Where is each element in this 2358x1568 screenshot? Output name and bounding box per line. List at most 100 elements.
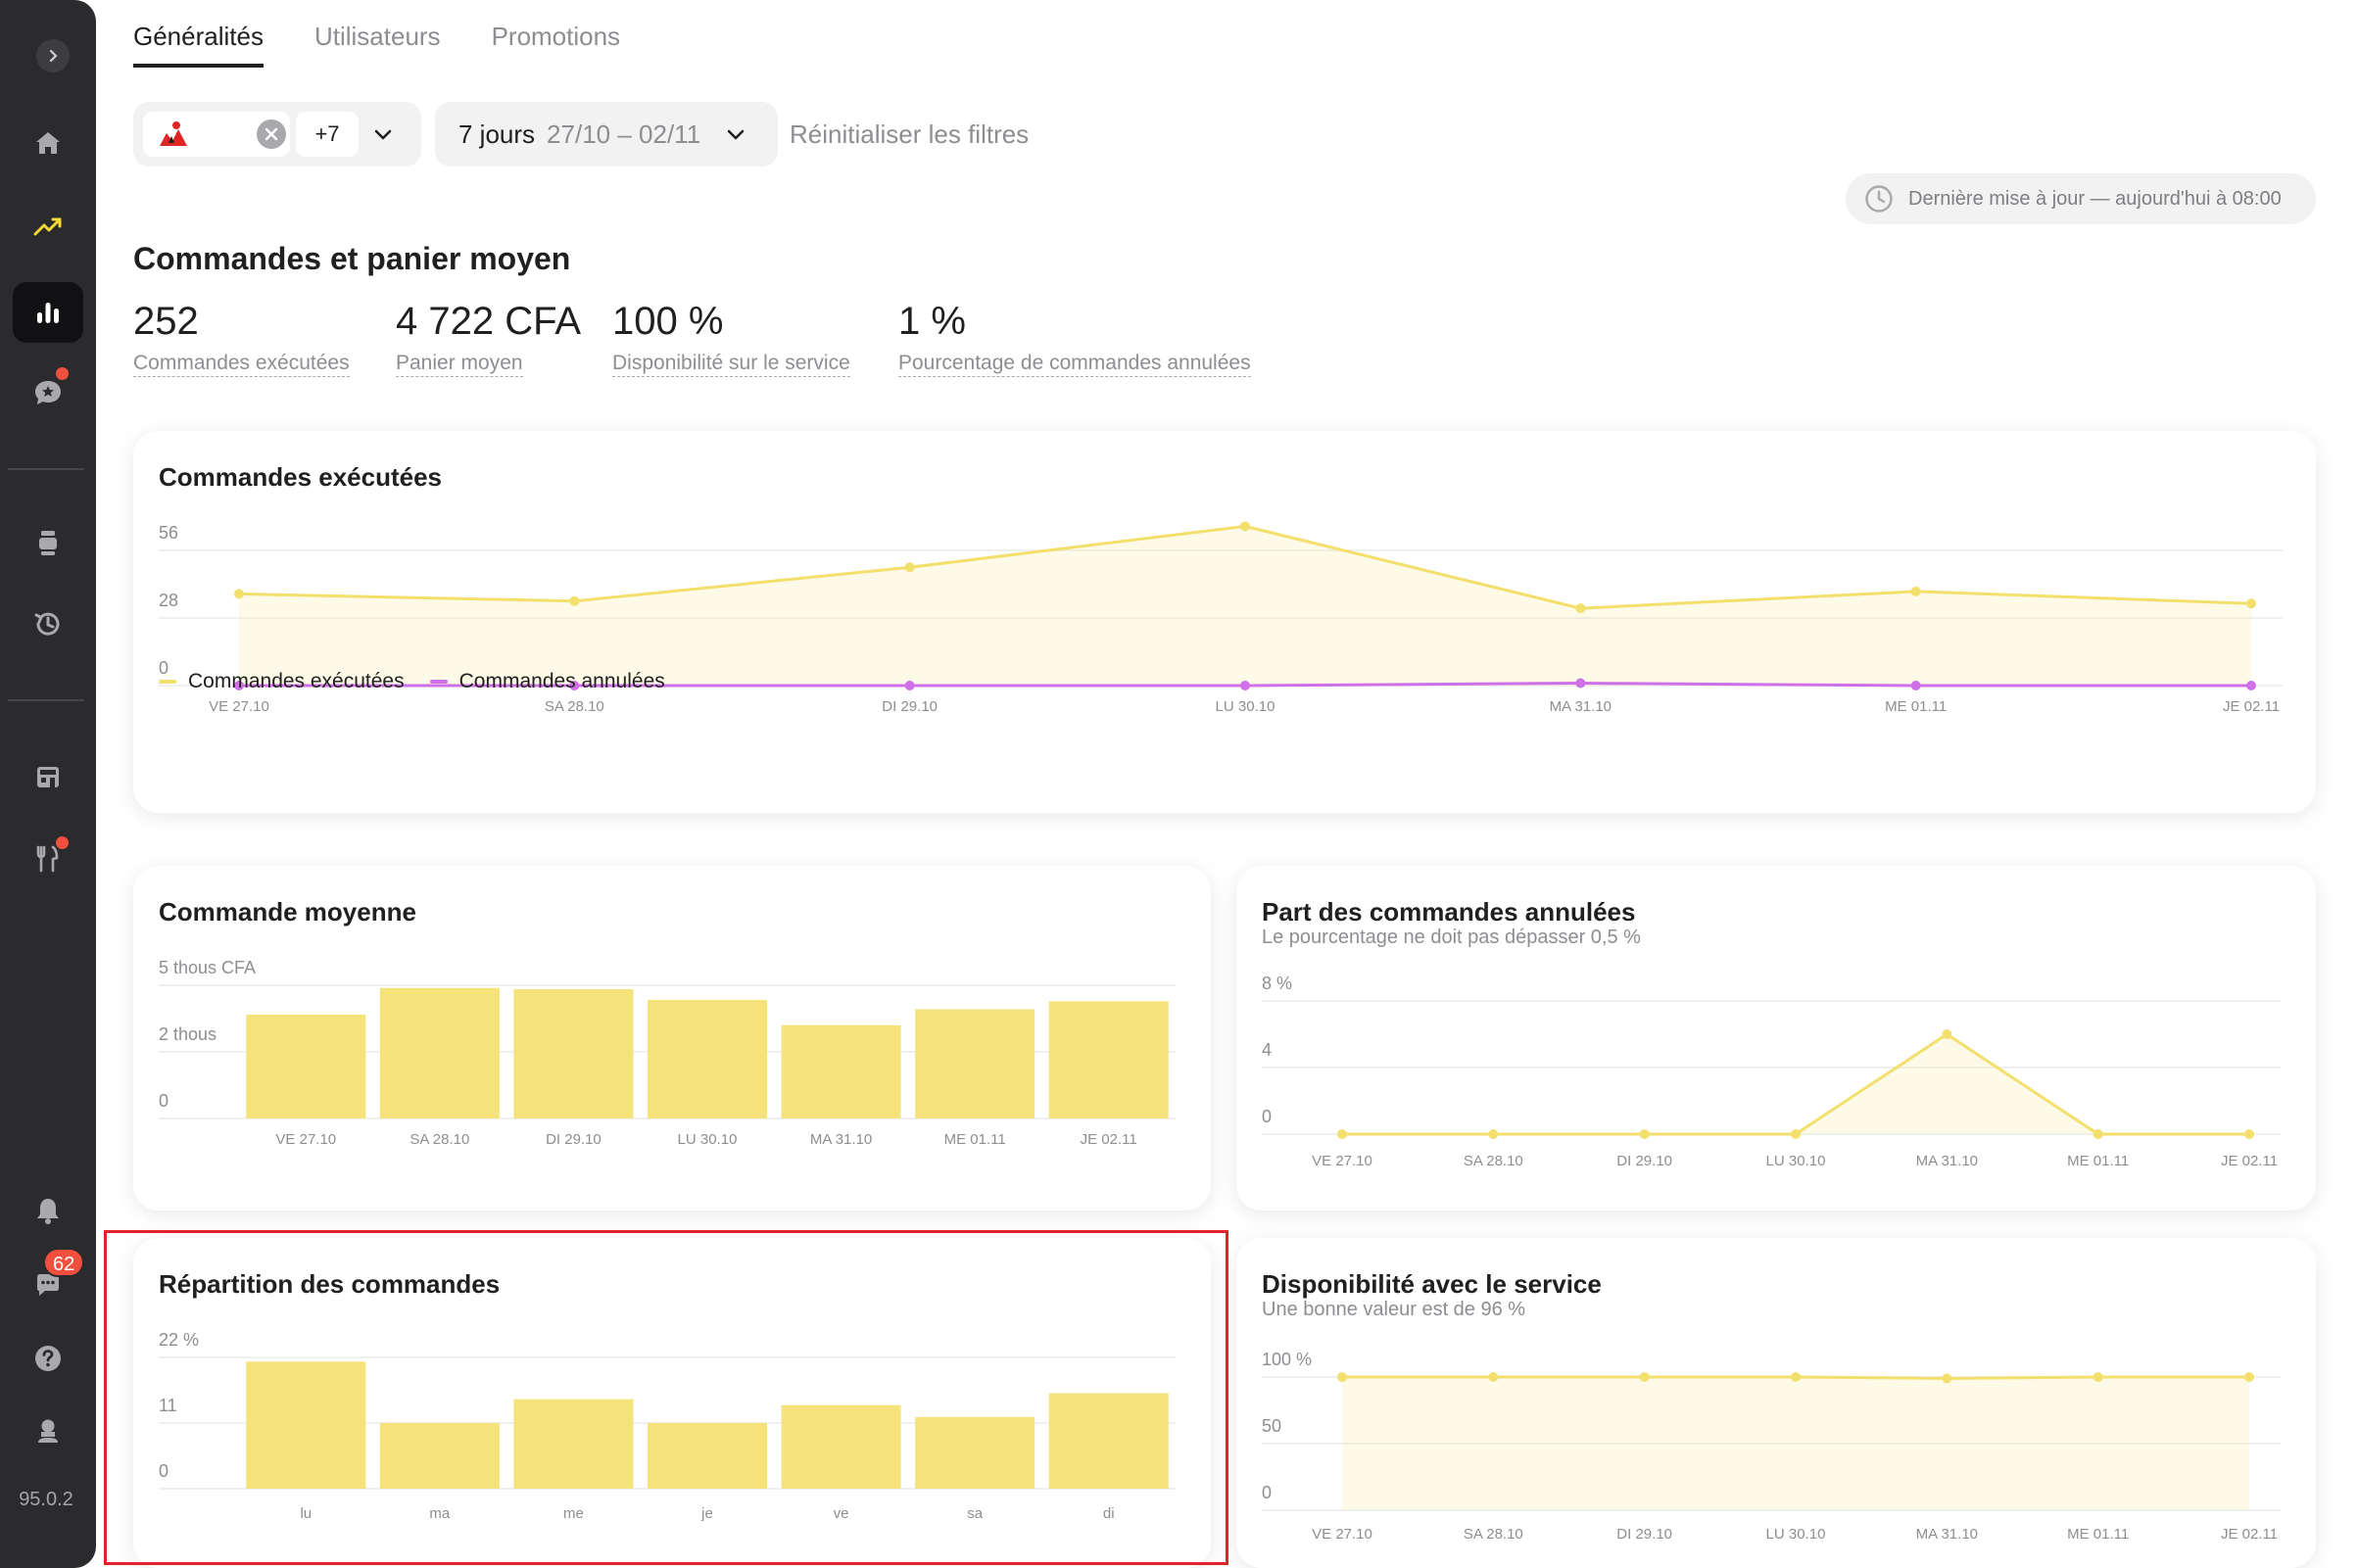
x-tick-label: ME 01.11 [2067, 1526, 2129, 1543]
data-point [1910, 681, 1921, 690]
y-tick-label: 28 [159, 591, 178, 610]
sidebar: 62 95.0.2 [0, 0, 96, 1568]
app-root: 62 95.0.2 Généralités Utilisateurs Promo… [0, 0, 2358, 1568]
legend-swatch [159, 680, 176, 684]
avg-order-chart-card: Commande moyenne 5 thous CFA 2 thous 0 VE 2… [133, 866, 1211, 1211]
reviews-icon[interactable] [13, 362, 83, 423]
notifications-icon[interactable] [13, 1180, 83, 1241]
tab-general[interactable]: Généralités [133, 22, 264, 68]
legend-swatch [429, 680, 448, 684]
y-tick-label: 4 [1262, 1040, 1272, 1060]
data-point [904, 562, 915, 573]
reset-filters-link[interactable]: Réinitialiser les filtres [790, 119, 1029, 150]
data-point [2093, 1372, 2103, 1382]
data-point [1575, 678, 1586, 689]
kpi-label[interactable]: Disponibilité sur le service [612, 352, 850, 377]
legend-item[interactable]: Commandes annulées [429, 670, 665, 693]
kpi-label[interactable]: Commandes exécutées [133, 352, 350, 377]
y-tick-label: 0 [159, 1091, 168, 1111]
period-range: 27/10 – 02/11 [547, 119, 701, 149]
data-point [1337, 1372, 1347, 1382]
orders-chart-card: Commandes exécutées 56 28 0 VE 27.10 SA 28.1… [133, 431, 2316, 813]
data-point [569, 595, 580, 606]
more-restaurants-chip[interactable]: +7 [296, 112, 359, 157]
chart-legend: Commandes exécutées Commandes annulées [159, 670, 665, 693]
menu-dot [54, 834, 71, 851]
clear-icon[interactable] [257, 119, 286, 149]
section-title: Commandes et panier moyen [133, 241, 571, 276]
data-point [1488, 1129, 1499, 1139]
x-tick-label: DI 29.10 [882, 698, 938, 715]
tab-bar: Généralités Utilisateurs Promotions [133, 22, 620, 68]
expand-icon[interactable] [36, 39, 70, 72]
store-icon[interactable] [13, 746, 83, 807]
data-point [2093, 1129, 2103, 1139]
sidebar-divider [8, 468, 84, 470]
x-tick-label: SA 28.10 [1464, 1526, 1523, 1543]
bar [513, 989, 634, 1118]
tab-users[interactable]: Utilisateurs [314, 22, 441, 68]
profile-icon[interactable] [13, 1401, 83, 1461]
y-tick-label: 5 thous CFA [159, 958, 256, 977]
y-tick-label: 0 [1262, 1483, 1272, 1502]
tab-promotions[interactable]: Promotions [492, 22, 621, 68]
bar [648, 999, 767, 1118]
chevron-down-icon[interactable] [725, 123, 746, 145]
y-tick-label: 8 % [1262, 974, 1292, 993]
x-tick-label: VE 27.10 [1312, 1526, 1372, 1543]
device-icon[interactable] [13, 512, 83, 573]
restaurant-chip[interactable] [143, 112, 290, 157]
data-point [1942, 1029, 1952, 1039]
legend-label: Commandes annulées [458, 670, 665, 692]
data-point [1791, 1372, 1801, 1382]
x-tick-label: ME 01.11 [944, 1131, 1006, 1148]
data-point [1639, 1129, 1650, 1139]
data-point [2246, 681, 2256, 690]
kpi-label[interactable]: Panier moyen [396, 352, 523, 377]
x-tick-label: VE 27.10 [209, 698, 269, 715]
x-tick-label: LU 30.10 [1216, 698, 1275, 715]
kpi-value: 252 [133, 300, 199, 343]
x-tick-label: MA 31.10 [1916, 1153, 1978, 1169]
help-icon[interactable] [13, 1328, 83, 1389]
sidebar-divider-2 [8, 699, 84, 701]
bar [379, 987, 500, 1118]
data-point [1240, 521, 1250, 532]
legend-item[interactable]: Commandes exécutées [159, 670, 405, 693]
last-update-text: Dernière mise à jour — aujourd'hui à 08:… [1908, 187, 2282, 210]
kpi-label[interactable]: Pourcentage de commandes annulées [898, 352, 1251, 377]
trend-icon[interactable] [13, 196, 83, 257]
analytics-icon[interactable] [13, 282, 83, 343]
period-select[interactable]: 7 jours 27/10 – 02/11 [435, 102, 778, 166]
cancel-share-area-chart: 8 % 4 0 VE 27.10 SA 28.10 DI 29.10 LU 30.10 MA … [1262, 974, 2281, 1169]
data-point [1942, 1373, 1952, 1384]
x-tick-label: DI 29.10 [1616, 1153, 1672, 1169]
y-tick-label: 100 % [1262, 1350, 1312, 1369]
x-tick-label: DI 29.10 [546, 1131, 602, 1148]
data-point [1240, 681, 1250, 690]
x-tick-label: LU 30.10 [678, 1131, 738, 1148]
restaurant-logo [160, 121, 187, 146]
restaurant-filter[interactable]: +7 [133, 102, 421, 166]
y-tick-label: 50 [1262, 1416, 1281, 1436]
series-area [1342, 1377, 2249, 1510]
last-update-badge: Dernière mise à jour — aujourd'hui à 08:… [1846, 173, 2316, 224]
bar [781, 1024, 901, 1118]
clock-icon [1865, 185, 1893, 213]
x-tick-label: VE 27.10 [1312, 1153, 1372, 1169]
data-point [234, 589, 244, 599]
kpi-value: 1 % [898, 300, 966, 343]
data-point [1575, 603, 1586, 614]
data-point [1791, 1129, 1801, 1139]
menu-icon[interactable] [13, 829, 83, 889]
reviews-dot [54, 365, 71, 382]
x-tick-label: SA 28.10 [409, 1131, 469, 1148]
chevron-down-icon[interactable] [372, 123, 394, 145]
x-tick-label: JE 02.11 [2221, 1526, 2278, 1543]
data-point [1488, 1372, 1499, 1382]
kpi-availability: 100 % Disponibilité sur le service [612, 300, 850, 377]
x-tick-label: SA 28.10 [545, 698, 604, 715]
x-tick-label: DI 29.10 [1616, 1526, 1672, 1543]
home-icon[interactable] [13, 113, 83, 173]
history-icon[interactable] [13, 594, 83, 654]
